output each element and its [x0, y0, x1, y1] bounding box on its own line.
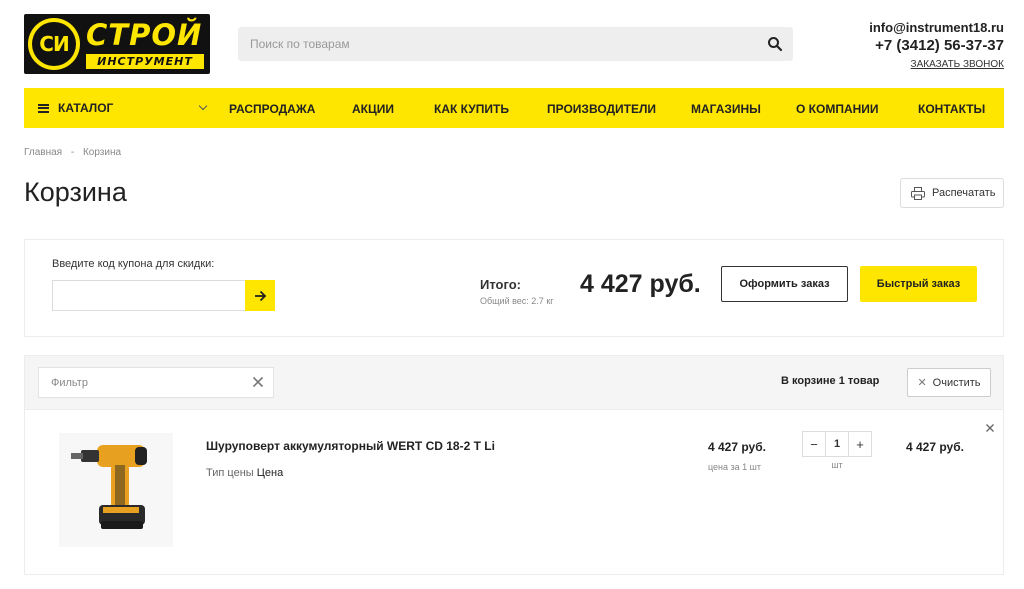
remove-item-icon[interactable]: [985, 423, 995, 433]
menu-icon: [38, 103, 49, 113]
nav-catalog-label: КАТАЛОГ: [58, 101, 114, 115]
clear-cart-button[interactable]: ✕ Очистить: [907, 368, 991, 397]
search-bar: [238, 27, 793, 61]
price-type-value: Цена: [256, 467, 284, 479]
close-icon: ✕: [917, 377, 927, 389]
quantity-value[interactable]: 1: [825, 432, 849, 456]
quantity-decrease-button[interactable]: −: [803, 432, 825, 456]
logo-text-main: СТРОЙ: [86, 18, 203, 52]
quantity-stepper: − 1 +: [802, 431, 872, 457]
print-button[interactable]: Распечатать: [900, 178, 1004, 208]
nav-catalog[interactable]: КАТАЛОГ: [24, 88, 214, 128]
nav-item-how-to-buy[interactable]: КАК КУПИТЬ: [434, 102, 509, 116]
order-summary-panel: Введите код купона для скидки: Итого: Об…: [24, 239, 1004, 337]
breadcrumb: Главная - Корзина: [24, 147, 121, 158]
cart-panel: В корзине 1 товар ✕ Очистить Шуруповерт …: [24, 355, 1004, 575]
nav-item-contacts[interactable]: КОНТАКТЫ: [918, 102, 985, 116]
price-type-label: Тип цены: [206, 467, 254, 479]
price-type: Тип цены Цена: [206, 467, 283, 479]
search-input[interactable]: [238, 27, 738, 61]
breadcrumb-current: Корзина: [82, 147, 122, 158]
chevron-down-icon: [198, 101, 208, 111]
total-sum: 4 427 руб.: [580, 270, 701, 298]
product-name[interactable]: Шуруповерт аккумуляторный WERT CD 18-2 T…: [206, 439, 495, 453]
close-icon[interactable]: [252, 376, 264, 388]
cart-count: В корзине 1 товар: [781, 375, 880, 387]
nav-item-brands[interactable]: ПРОИЗВОДИТЕЛИ: [547, 102, 656, 116]
callback-link[interactable]: ЗАКАЗАТЬ ЗВОНОК: [911, 59, 1004, 70]
breadcrumb-separator: -: [70, 147, 75, 158]
logo-emblem-text: СИ: [32, 22, 76, 66]
filter-box: [38, 367, 274, 398]
item-total: 4 427 руб.: [906, 440, 964, 454]
search-icon[interactable]: [767, 36, 783, 52]
header-contacts: info@instrument18.ru +7 (3412) 56-37-37 …: [869, 20, 1004, 72]
product-image[interactable]: [59, 433, 173, 547]
coupon-label: Введите код купона для скидки:: [52, 258, 215, 270]
print-button-label: Распечатать: [932, 187, 996, 199]
quantity-unit: шт: [831, 460, 843, 470]
clear-cart-label: Очистить: [932, 376, 981, 389]
header: СИ СТРОЙ ИНСТРУМЕНТ info@instrument18.ru…: [0, 0, 1024, 88]
unit-price: 4 427 руб.: [708, 440, 766, 454]
nav-item-about[interactable]: О КОМПАНИИ: [796, 102, 879, 116]
logo-emblem: СИ: [28, 18, 80, 70]
main-nav: КАТАЛОГ РАСПРОДАЖА АКЦИИ КАК КУПИТЬ ПРОИ…: [24, 88, 1004, 128]
unit-price-note: цена за 1 шт: [708, 462, 762, 472]
logo[interactable]: СИ СТРОЙ ИНСТРУМЕНТ: [24, 14, 210, 74]
coupon-input[interactable]: [52, 280, 246, 311]
contact-email[interactable]: info@instrument18.ru: [869, 20, 1004, 35]
page-title: Корзина: [24, 177, 127, 207]
arrow-right-icon: [254, 290, 266, 301]
breadcrumb-home[interactable]: Главная: [24, 147, 62, 158]
logo-text-sub: ИНСТРУМЕНТ: [86, 54, 204, 69]
nav-item-promo[interactable]: АКЦИИ: [352, 102, 394, 116]
checkout-button[interactable]: Оформить заказ: [721, 266, 848, 302]
total-weight: Общий вес: 2.7 кг: [480, 296, 554, 306]
nav-item-sale[interactable]: РАСПРОДАЖА: [229, 102, 315, 116]
quantity-increase-button[interactable]: +: [849, 432, 871, 456]
cart-item: Шуруповерт аккумуляторный WERT CD 18-2 T…: [25, 411, 1003, 575]
nav-item-stores[interactable]: МАГАЗИНЫ: [691, 102, 761, 116]
total-label: Итого:: [480, 277, 521, 292]
cart-toolbar: В корзине 1 товар ✕ Очистить: [25, 356, 1003, 410]
contact-phone[interactable]: +7 (3412) 56-37-37: [869, 37, 1004, 54]
quick-order-button[interactable]: Быстрый заказ: [860, 266, 977, 302]
printer-icon: [911, 186, 925, 200]
filter-input[interactable]: [39, 368, 239, 397]
coupon-apply-button[interactable]: [245, 280, 275, 311]
